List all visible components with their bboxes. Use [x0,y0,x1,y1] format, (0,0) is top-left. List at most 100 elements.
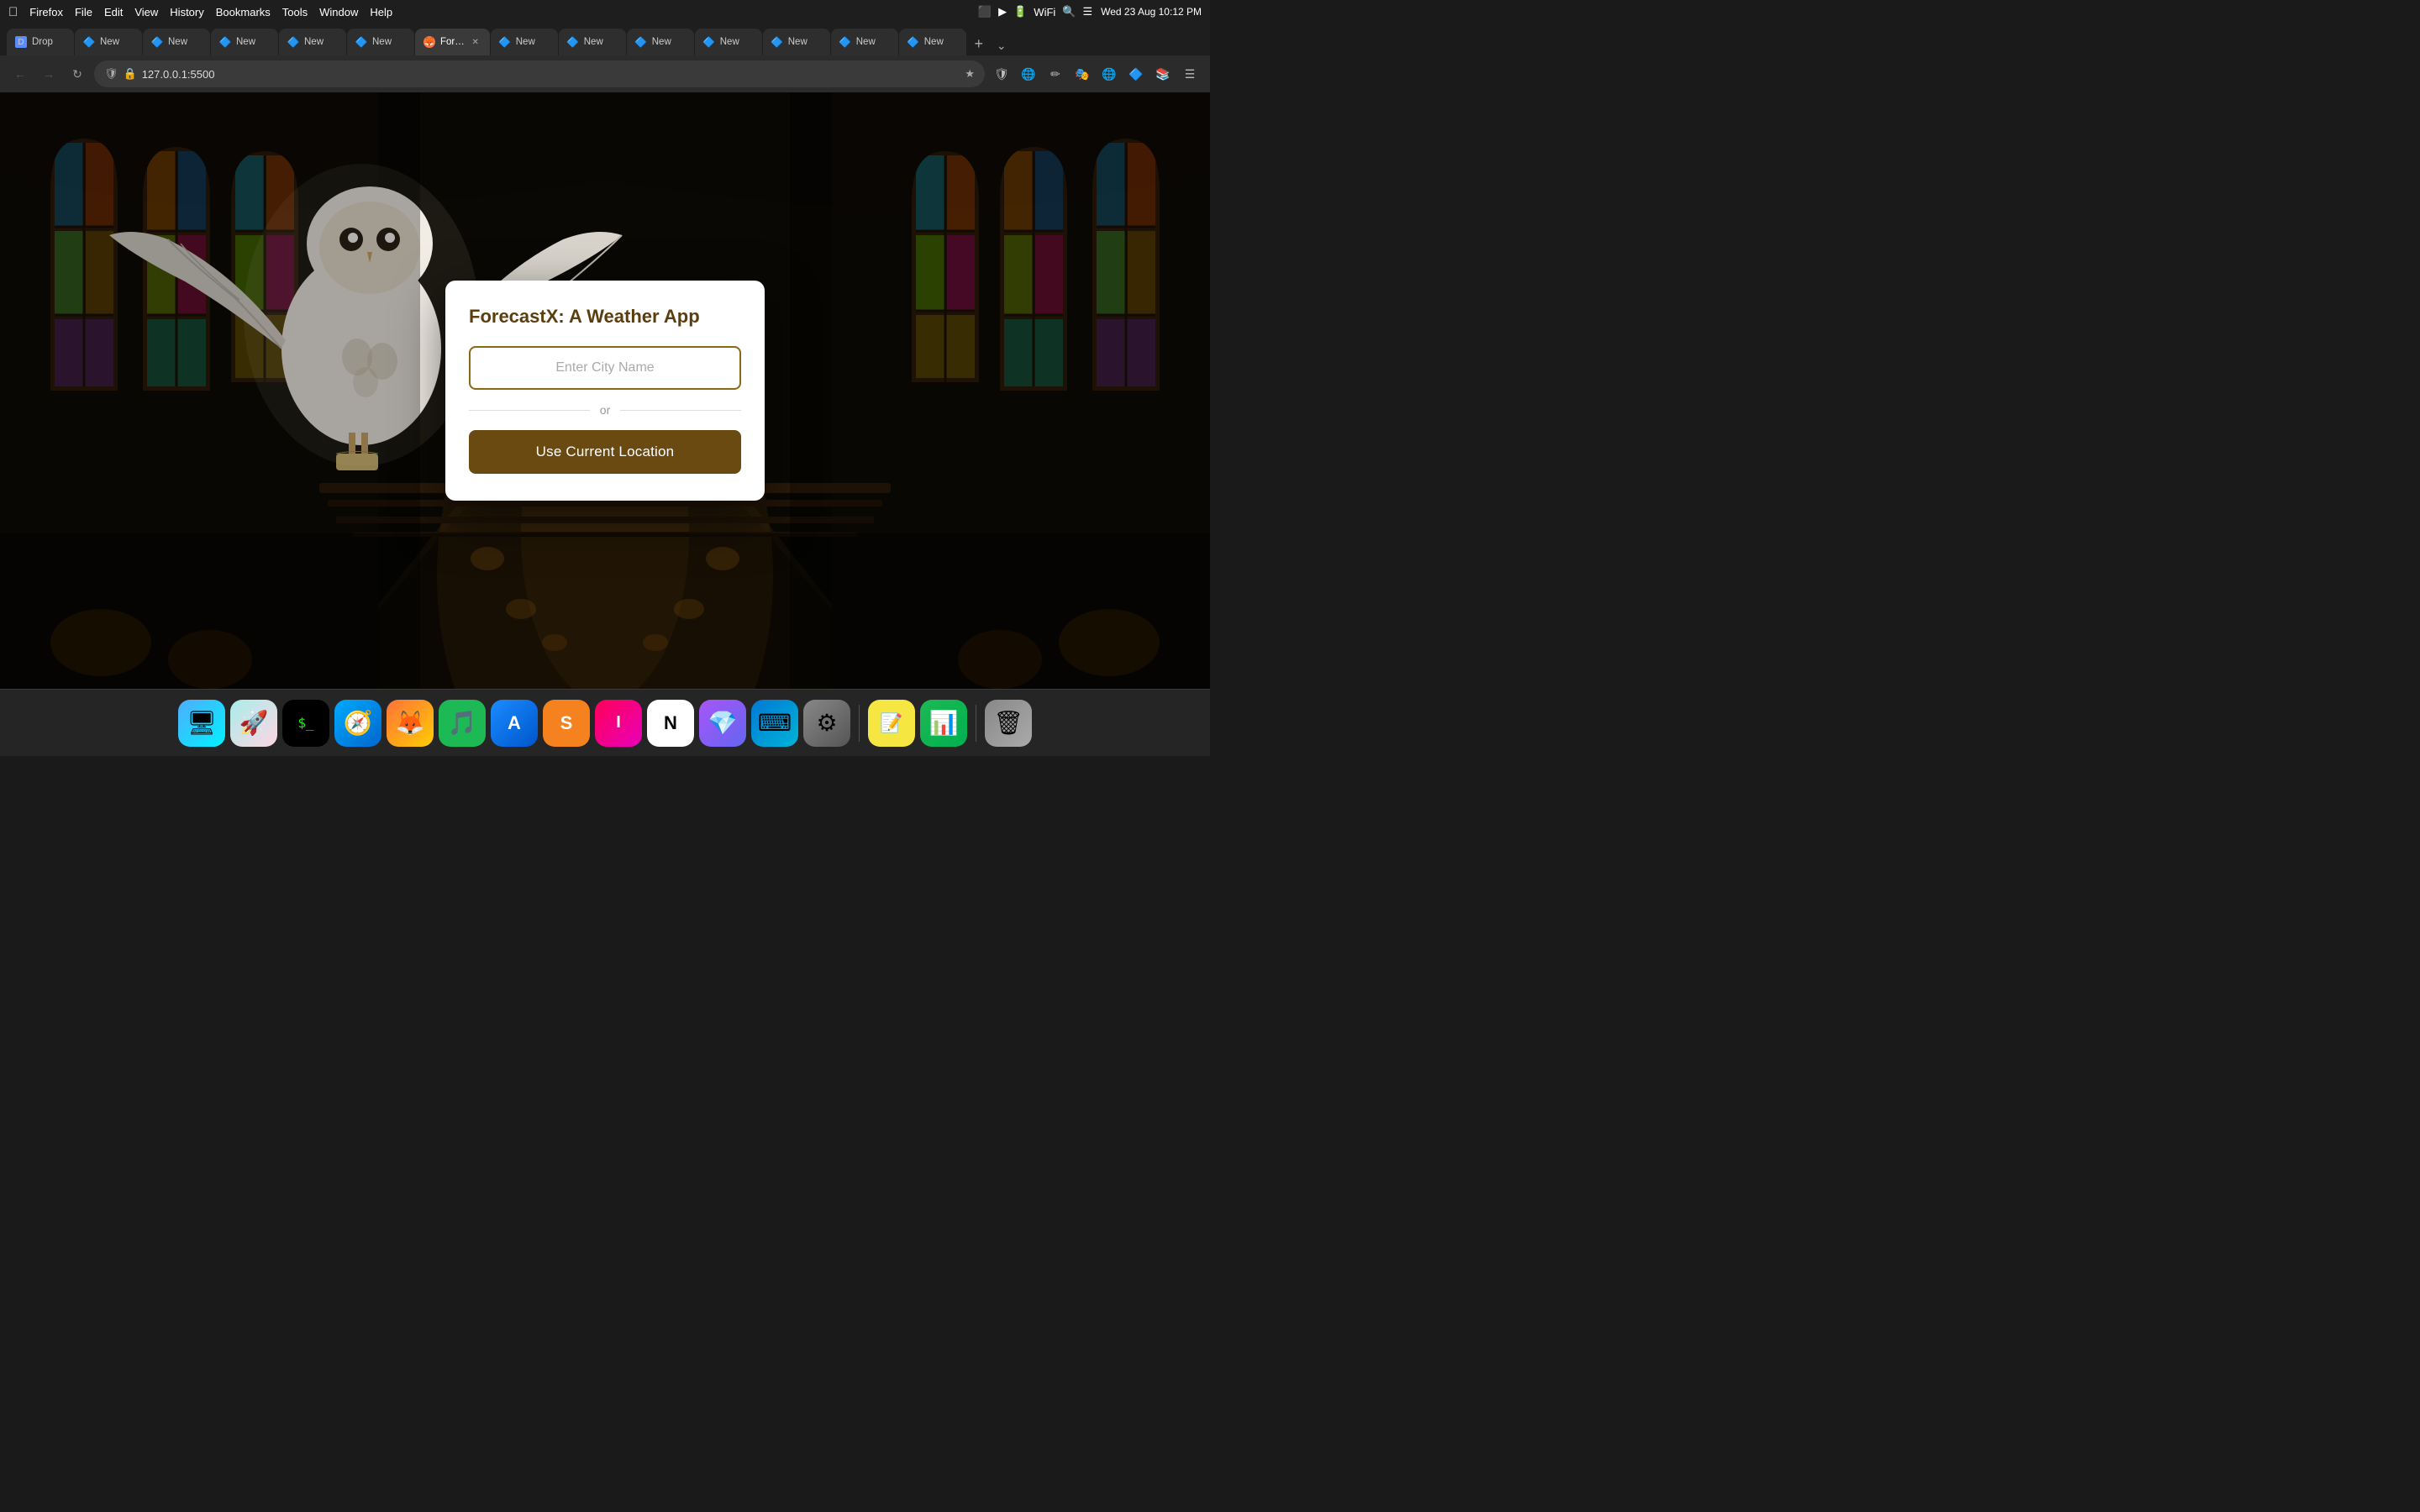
tab-new-1[interactable]: 🔷 New [75,29,142,55]
terminal-icon: $_ [297,715,313,731]
dock-item-crystal[interactable]: 💎 [699,700,746,747]
stickies-icon: 📝 [880,712,902,734]
extension-icon-4[interactable]: 🌐 [1097,62,1121,86]
menubar-history[interactable]: History [170,6,203,18]
tab-new-8[interactable]: 🔷 New [627,29,694,55]
safari-icon: 🧭 [344,709,373,737]
screen-record-icon[interactable]: ⬛ [978,5,992,18]
extension-icon-6[interactable]: 📚 [1151,62,1175,86]
control-center-icon[interactable]: ☰ [1082,5,1092,18]
tab-drop[interactable]: D Drop [7,29,74,55]
tab-label-new-11: New [856,37,876,47]
dock-item-launchpad[interactable]: 🚀 [230,700,277,747]
new-tab-button[interactable]: + [967,32,991,55]
dock-item-appstore[interactable]: A [491,700,538,747]
tab-new-2[interactable]: 🔷 New [143,29,210,55]
notion-icon: N [664,712,677,734]
tab-label-new-1: New [100,37,119,47]
tab-favicon-forecast: 🦊 [424,36,435,48]
finder-icon: 🖥 [187,709,217,737]
tab-bar: D Drop 🔷 New 🔷 New 🔷 New 🔷 New 🔷 New 🦊 F… [0,24,1210,55]
tab-new-6[interactable]: 🔷 New [491,29,558,55]
menubar-bookmarks[interactable]: Bookmarks [216,6,271,18]
dock-item-numbers[interactable]: 📊 [920,700,967,747]
tab-forecast[interactable]: 🦊 For… ✕ [415,29,490,55]
tab-overflow-chevron[interactable]: ⌄ [992,35,1012,55]
dock-item-sublime[interactable]: S [543,700,590,747]
trash-icon: 🗑 [993,709,1023,737]
tab-favicon-new-9: 🔷 [703,36,715,48]
lock-icon: 🔒 [124,67,137,81]
menu-button[interactable]: ☰ [1178,62,1202,86]
tab-favicon-new-5: 🔷 [355,36,367,48]
dock-item-terminal[interactable]: $_ [282,700,329,747]
tab-label-new-4: New [304,37,324,47]
apple-menu-icon[interactable]:  [8,5,18,19]
dock-item-notion[interactable]: N [647,700,694,747]
location-button-label: Use Current Location [536,444,675,459]
menubar-view[interactable]: View [134,6,158,18]
reload-button[interactable]: ↻ [66,62,89,86]
crystal-icon: 💎 [708,709,738,737]
browser-chrome: D Drop 🔷 New 🔷 New 🔷 New 🔷 New 🔷 New 🦊 F… [0,24,1210,92]
city-name-input[interactable] [469,346,741,390]
tab-label-new-3: New [236,37,255,47]
menubar-file[interactable]: File [75,6,92,18]
shield-icon: 🛡 [104,67,118,81]
firefox-icon: 🦊 [396,709,425,737]
tab-new-12[interactable]: 🔷 New [899,29,966,55]
menubar-edit[interactable]: Edit [104,6,123,18]
extension-icon-5[interactable]: 🔷 [1124,62,1148,86]
media-icon[interactable]: ▶ [998,5,1007,18]
tab-favicon-new-4: 🔷 [287,36,299,48]
dock-item-spotify[interactable]: 🎵 [439,700,486,747]
tab-new-11[interactable]: 🔷 New [831,29,898,55]
search-icon[interactable]: 🔍 [1062,5,1076,18]
bookmark-star-icon[interactable]: ★ [965,67,975,81]
tab-close-forecast[interactable]: ✕ [470,36,481,48]
tab-new-5[interactable]: 🔷 New [347,29,414,55]
dock-item-stickies[interactable]: 📝 [868,700,915,747]
system-prefs-icon: ⚙ [816,709,837,737]
intellij-icon: I [616,713,621,732]
use-current-location-button[interactable]: Use Current Location [469,430,741,474]
url-host: 127.0.0.1:5500 [142,68,215,81]
dock-item-safari[interactable]: 🧭 [334,700,381,747]
tab-new-7[interactable]: 🔷 New [559,29,626,55]
menubar-help[interactable]: Help [370,6,392,18]
extension-icon-2[interactable]: ✏ [1044,62,1067,86]
tab-favicon-new-8: 🔷 [635,36,647,48]
tab-favicon-drop: D [15,36,27,48]
menubar-app-name[interactable]: Firefox [29,6,63,18]
address-bar[interactable]: 🛡 🔒 127.0.0.1:5500 ★ [94,60,985,87]
page-content: ForecastX: A Weather App or Use Current … [0,92,1210,689]
spotify-icon: 🎵 [448,709,477,737]
tab-label-new-7: New [584,37,603,47]
battery-icon[interactable]: 🔋 [1013,5,1027,18]
tab-new-9[interactable]: 🔷 New [695,29,762,55]
dock-item-vscode[interactable]: ⌨ [751,700,798,747]
tab-new-4[interactable]: 🔷 New [279,29,346,55]
or-divider: or [469,403,741,417]
extension-icon-3[interactable]: 🎭 [1071,62,1094,86]
tab-new-10[interactable]: 🔷 New [763,29,830,55]
forward-button[interactable]: → [37,62,60,86]
dock-item-system-preferences[interactable]: ⚙ [803,700,850,747]
back-button[interactable]: ← [8,62,32,86]
numbers-icon: 📊 [929,709,959,737]
tab-label-new-8: New [652,37,671,47]
dock-item-intellij[interactable]: I [595,700,642,747]
tab-new-3[interactable]: 🔷 New [211,29,278,55]
dock-item-firefox[interactable]: 🦊 [387,700,434,747]
extension-icon-1[interactable]: 🌐 [1017,62,1040,86]
browser-toolbar-icons: 🛡 🌐 ✏ 🎭 🌐 🔷 📚 ☰ [990,62,1202,86]
tab-label-new-10: New [788,37,808,47]
dock-item-finder[interactable]: 🖥 [178,700,225,747]
menubar-tools[interactable]: Tools [282,6,308,18]
brave-shield-icon[interactable]: 🛡 [990,62,1013,86]
menubar-window[interactable]: Window [319,6,358,18]
wifi-icon[interactable]: WiFi [1034,6,1055,18]
tab-favicon-new-11: 🔷 [839,36,851,48]
dock-item-trash[interactable]: 🗑 [985,700,1032,747]
tab-favicon-new-12: 🔷 [908,36,919,48]
